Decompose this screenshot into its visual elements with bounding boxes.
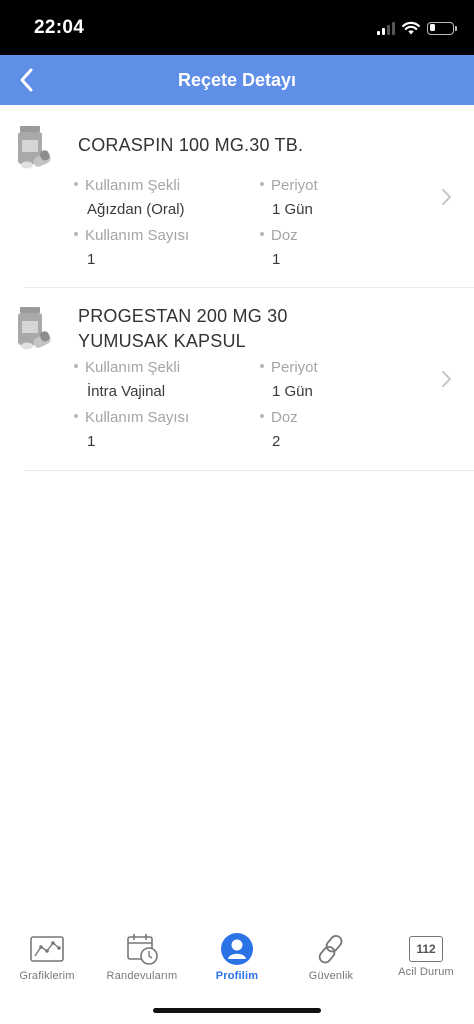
usage-count-label: Kullanım Sayısı	[74, 227, 189, 244]
cellular-signal-icon	[377, 21, 395, 35]
page-title: Reçete Detayı	[177, 70, 297, 90]
tab-profilim[interactable]: Profilim	[190, 932, 284, 992]
chevron-right-icon	[442, 189, 451, 205]
tab-guvenlik[interactable]: Güvenlik	[284, 932, 378, 992]
chevron-right-icon	[442, 371, 451, 387]
dose-value: 2	[272, 433, 281, 450]
status-bar: 22:04	[0, 0, 474, 55]
tab-label: Güvenlik	[308, 970, 354, 982]
usage-type-label: Kullanım Şekli	[74, 177, 180, 194]
usage-count-label: Kullanım Sayısı	[74, 409, 189, 426]
dose-label: Doz	[260, 409, 298, 426]
tab-label: Randevularım	[106, 970, 178, 982]
usage-type-value: İntra Vajinal	[87, 383, 166, 400]
chart-icon	[30, 936, 64, 962]
prescription-list: CORASPIN 100 MG.30 TB. Kullanım Şekli Ağ…	[0, 105, 474, 471]
emergency-badge: 112	[416, 942, 436, 956]
emergency-112-icon: 112	[409, 936, 443, 962]
medicine-name: CORASPIN 100 MG.30 TB.	[78, 135, 304, 155]
period-label: Periyot	[260, 177, 318, 194]
dose-value: 1	[272, 251, 281, 268]
tab-acil-durum[interactable]: 112 Acil Durum	[379, 932, 473, 992]
home-indicator	[153, 1008, 321, 1013]
status-time: 22:04	[34, 17, 85, 38]
usage-count-value: 1	[87, 433, 96, 450]
medicine-bottle-icon	[18, 126, 51, 169]
usage-count-value: 1	[87, 251, 96, 268]
calendar-clock-icon	[127, 934, 158, 965]
tab-grafiklerim[interactable]: Grafiklerim	[0, 932, 94, 992]
dose-label: Doz	[260, 227, 298, 244]
wifi-icon	[402, 21, 420, 35]
medicine-bottle-icon	[18, 307, 51, 350]
period-value: 1 Gün	[272, 383, 313, 400]
prescription-item[interactable]: CORASPIN 100 MG.30 TB. Kullanım Şekli Ağ…	[18, 105, 474, 288]
profile-icon	[221, 933, 253, 965]
tab-label: Acil Durum	[398, 966, 454, 978]
tab-label: Grafiklerim	[19, 970, 75, 982]
usage-type-label: Kullanım Şekli	[74, 359, 180, 376]
period-value: 1 Gün	[272, 201, 313, 218]
chain-link-icon	[318, 935, 343, 964]
battery-icon	[427, 21, 457, 35]
usage-type-value: Ağızdan (Oral)	[87, 201, 185, 218]
prescription-item[interactable]: PROGESTAN 200 MG 30 YUMUSAK KAPSUL Kulla…	[18, 288, 474, 471]
tab-label: Profilim	[215, 970, 259, 982]
medicine-name: PROGESTAN 200 MG 30 YUMUSAK KAPSUL	[78, 306, 288, 351]
navigation-bar: Reçete Detayı	[0, 55, 474, 105]
period-label: Periyot	[260, 359, 318, 376]
status-icons	[377, 18, 457, 38]
tab-randevularim[interactable]: Randevularım	[95, 932, 189, 992]
